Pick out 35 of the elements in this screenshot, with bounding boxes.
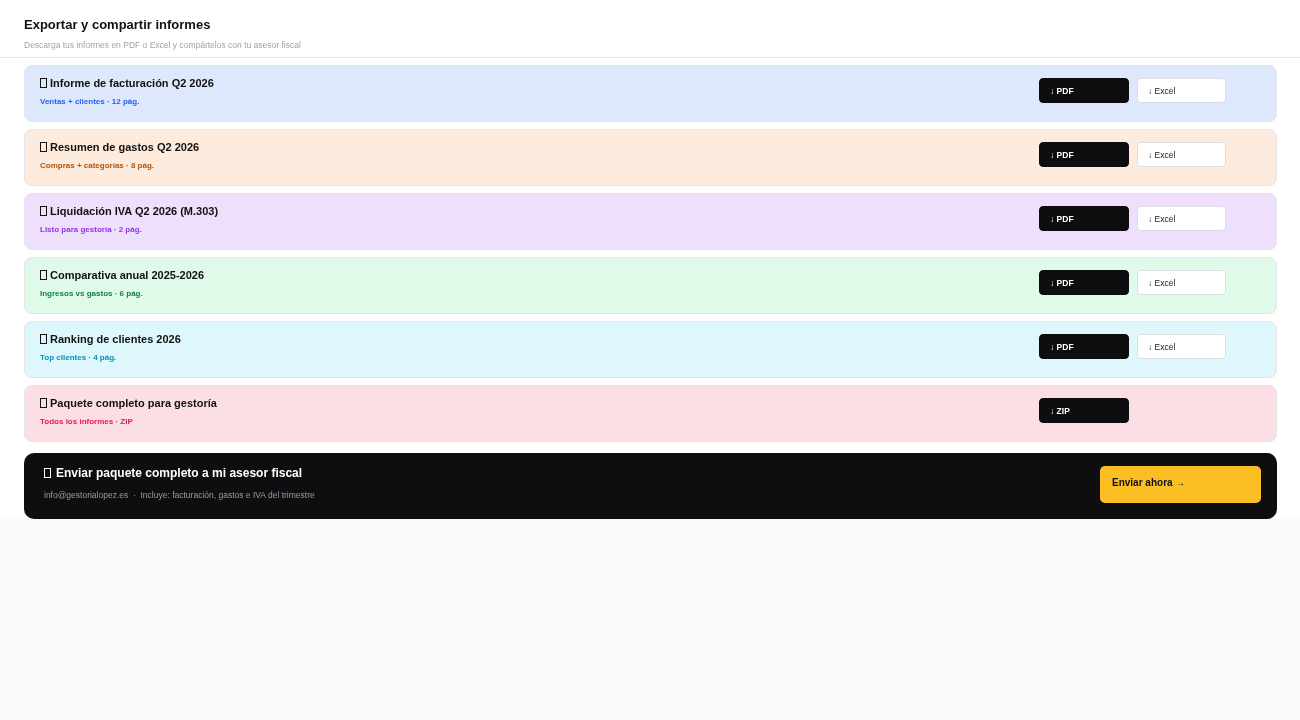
report-detail: Ventas + clientes · 12 pág. — [40, 97, 141, 107]
download-button[interactable]: ↓ PDF — [1039, 334, 1129, 359]
square-glyph-icon — [40, 206, 47, 216]
download-button[interactable]: ↓ Excel — [1137, 78, 1226, 103]
page-title: Exportar y compartir informes — [24, 17, 212, 33]
download-button[interactable]: ↓ Excel — [1137, 270, 1226, 295]
download-button[interactable]: ↓ PDF — [1039, 206, 1129, 231]
report-title: Ranking de clientes 2026 — [50, 332, 181, 346]
report-title: Paquete completo para gestoría — [50, 396, 217, 410]
report-detail: Todos los informes · ZIP — [40, 417, 134, 427]
report-title: Comparativa anual 2025-2026 — [50, 268, 205, 282]
square-glyph-icon — [40, 334, 47, 344]
square-glyph-icon — [40, 142, 47, 152]
square-glyph-icon — [40, 398, 47, 408]
report-title: Informe de facturación Q2 2026 — [50, 76, 214, 90]
panel-title: Enviar paquete completo a mi asesor fiscal — [56, 465, 303, 481]
download-button[interactable]: ↓ ZIP — [1039, 398, 1129, 423]
square-glyph-icon — [40, 270, 47, 280]
square-glyph-icon — [40, 78, 47, 88]
report-detail: Compras + categorías · 8 pág. — [40, 161, 156, 171]
download-button[interactable]: ↓ PDF — [1039, 142, 1129, 167]
report-title: Resumen de gastos Q2 2026 — [50, 140, 200, 154]
report-detail: Listo para gestoría · 2 pág. — [40, 225, 143, 235]
download-button[interactable]: ↓ PDF — [1039, 78, 1129, 103]
download-button[interactable]: ↓ Excel — [1137, 142, 1226, 167]
panel-detail: info@gestorialopez.es · Incluye: facturación, gastos e IVA del trimestre — [44, 490, 315, 501]
download-button[interactable]: ↓ Excel — [1137, 206, 1226, 231]
report-detail: Top clientes · 4 pág. — [40, 353, 118, 363]
page-subtitle: Descarga tus informes en PDF o Excel y compártelos con tu asesor fiscal — [24, 40, 302, 51]
download-button[interactable]: ↓ Excel — [1137, 334, 1226, 359]
send-button[interactable]: Enviar ahora → — [1100, 466, 1261, 503]
report-detail: Ingresos vs gastos · 6 pág. — [40, 289, 144, 299]
download-button[interactable]: ↓ PDF — [1039, 270, 1129, 295]
report-title: Liquidación IVA Q2 2026 (M.303) — [50, 204, 219, 218]
square-glyph-icon — [44, 468, 51, 478]
